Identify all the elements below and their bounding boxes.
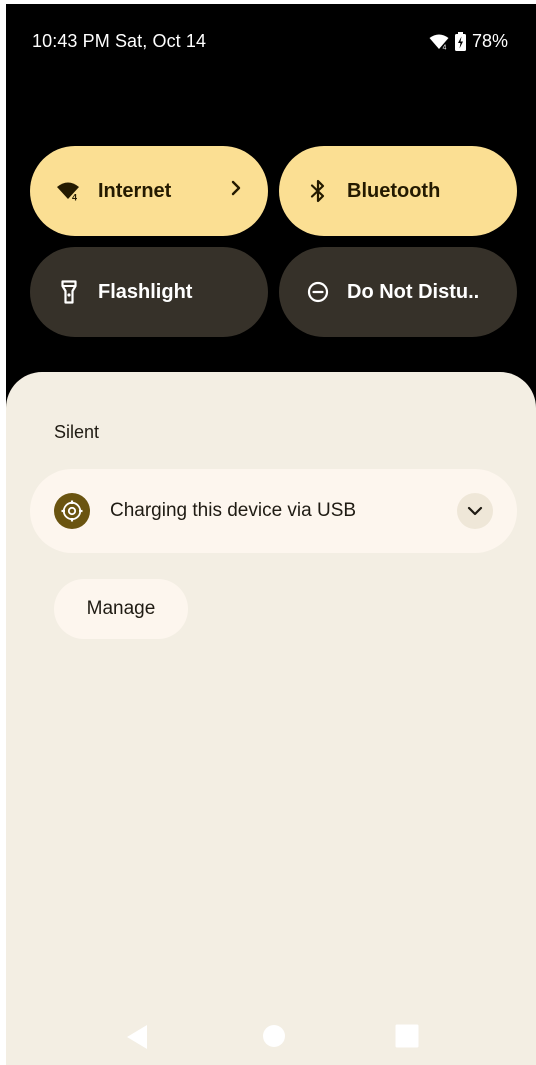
navigation-bar [6, 1012, 536, 1062]
notification-title: Charging this device via USB [110, 500, 357, 521]
svg-text:4: 4 [442, 44, 446, 50]
tile-flashlight[interactable]: Flashlight [30, 247, 268, 337]
section-label-silent: Silent [54, 422, 100, 442]
chevron-right-icon [230, 179, 242, 202]
tile-label: Bluetooth [347, 179, 441, 202]
tile-internet[interactable]: 4 Internet [30, 146, 268, 236]
flashlight-icon [56, 279, 82, 305]
home-icon[interactable] [262, 1024, 286, 1053]
recents-icon[interactable] [395, 1024, 419, 1053]
wifi-icon: 4 [429, 34, 449, 50]
do-not-disturb-icon [305, 279, 331, 305]
tile-bluetooth[interactable]: Bluetooth [279, 146, 517, 236]
tile-do-not-disturb[interactable]: Do Not Distu.. [279, 247, 517, 337]
status-bar: 10:43 PM Sat, Oct 14 4 78% [6, 4, 536, 76]
tile-label: Flashlight [98, 280, 193, 303]
manage-button[interactable]: Manage [54, 579, 188, 639]
notification-shade: Silent Charging this device via USB Mana… [6, 372, 536, 1065]
battery-percent: 78% [471, 31, 508, 51]
back-icon[interactable] [126, 1024, 148, 1055]
tile-label: Internet [98, 179, 172, 202]
phone-screen: 10:43 PM Sat, Oct 14 4 78% 4 Internet Bl… [6, 4, 536, 1065]
notification-usb-charging[interactable]: Charging this device via USB [30, 469, 517, 553]
tile-label: Do Not Distu.. [347, 280, 480, 303]
chevron-down-icon[interactable] [457, 493, 493, 529]
settings-gear-icon [54, 493, 90, 529]
wifi-icon: 4 [56, 178, 82, 204]
bluetooth-icon [305, 178, 331, 204]
status-time-date: 10:43 PM Sat, Oct 14 [32, 31, 207, 51]
battery-charging-icon [454, 32, 466, 51]
status-icons: 4 78% [429, 31, 508, 52]
svg-text:4: 4 [72, 193, 77, 202]
